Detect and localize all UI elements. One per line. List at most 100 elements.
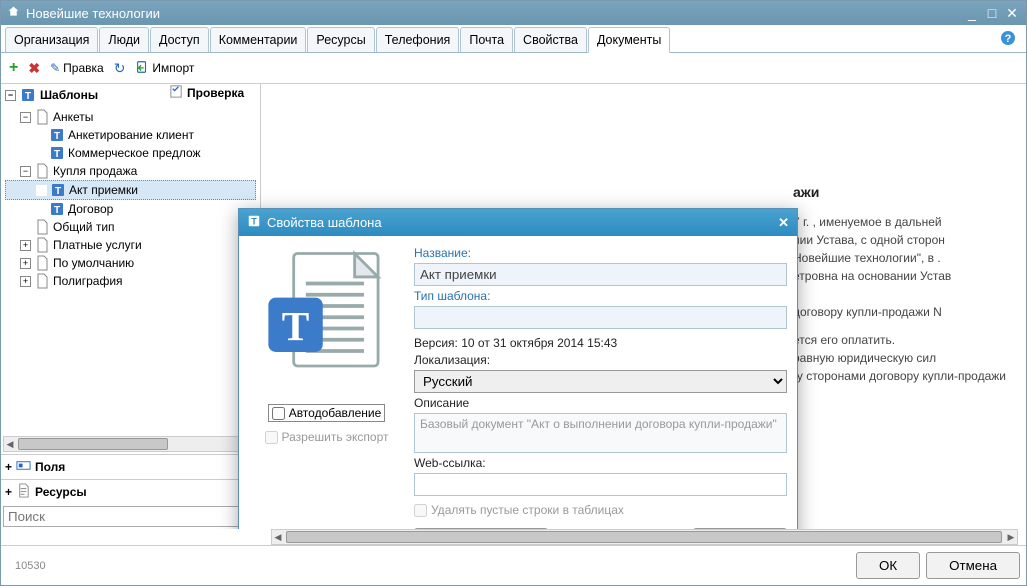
svg-text:T: T	[282, 303, 310, 349]
status-text: 10530	[7, 558, 54, 574]
type-label: Тип шаблона:	[414, 289, 787, 303]
tree-node-survey-client[interactable]: T Анкетирование клиент	[5, 126, 256, 144]
scroll-left-icon[interactable]: ◀	[4, 437, 16, 451]
refresh-button[interactable]: ↻	[112, 58, 128, 79]
tree-node-commercial[interactable]: T Коммерческое предлож	[5, 144, 256, 162]
doc-icon	[34, 163, 50, 179]
svg-text:?: ?	[1005, 33, 1012, 45]
scroll-thumb[interactable]	[18, 438, 168, 450]
check-button[interactable]: Проверка	[169, 84, 244, 102]
autoadd-checkbox[interactable]: Автодобавление	[268, 404, 386, 422]
svg-text:T: T	[54, 149, 60, 160]
sidebar-hscroll[interactable]: ◀ ▶	[3, 436, 258, 452]
scroll-thumb[interactable]	[286, 531, 1002, 543]
svg-text:T: T	[25, 91, 31, 102]
edit-button[interactable]: ✎ Правка	[48, 59, 106, 77]
sidebar: − T Шаблоны Проверка −	[1, 84, 261, 529]
close-button[interactable]: ✖ Закрыть	[693, 528, 787, 529]
doc-heading: ажи	[793, 182, 1014, 203]
version-text: Версия: 10 от 31 октября 2014 15:43	[414, 336, 787, 350]
doc-icon	[34, 219, 50, 235]
locale-label: Локализация:	[414, 353, 787, 367]
maximize-button[interactable]: □	[984, 5, 1000, 22]
svg-text:T: T	[55, 186, 61, 197]
expand-icon[interactable]: +	[20, 276, 31, 287]
tab-telephony[interactable]: Телефония	[376, 27, 460, 52]
type-field[interactable]	[414, 306, 787, 329]
collapse-icon[interactable]: −	[20, 112, 31, 123]
expand-icon[interactable]: +	[5, 460, 12, 474]
add-button[interactable]: +	[7, 57, 20, 79]
toolbar: + ✖ ✎ Правка ↻ Импорт	[1, 53, 1026, 84]
tree-node-contract[interactable]: T Договор	[5, 200, 256, 218]
resources-icon	[16, 483, 31, 501]
svg-text:T: T	[54, 131, 60, 142]
collapse-icon[interactable]: −	[5, 90, 16, 101]
template-icon: T	[50, 182, 66, 198]
fields-header[interactable]: + Поля	[1, 454, 260, 479]
locale-select[interactable]: Русский	[414, 370, 787, 393]
delrows-checkbox: Удалять пустые строки в таблицах	[414, 503, 787, 517]
desc-field[interactable]: Базовый документ "Акт о выполнении догов…	[414, 413, 787, 453]
check-icon	[169, 84, 184, 102]
scroll-left-icon[interactable]: ◀	[272, 530, 284, 544]
resources-header[interactable]: + Ресурсы	[1, 479, 260, 504]
tab-resources[interactable]: Ресурсы	[307, 27, 374, 52]
tab-comments[interactable]: Комментарии	[210, 27, 307, 52]
tree-node-surveys[interactable]: − Анкеты	[5, 108, 256, 126]
tab-access[interactable]: Доступ	[150, 27, 209, 52]
desc-label: Описание	[414, 396, 787, 410]
tab-organization[interactable]: Организация	[5, 27, 98, 52]
expand-icon[interactable]: +	[20, 240, 31, 251]
allowexport-checkbox: Разрешить экспорт	[265, 430, 389, 444]
bottom-bar: 10530 ОК Отмена	[1, 545, 1026, 585]
template-icon: T	[49, 145, 65, 161]
template-icon: T	[20, 87, 36, 103]
doc-icon	[34, 237, 50, 253]
doc-icon	[34, 109, 50, 125]
import-icon	[135, 60, 149, 77]
template-large-icon: T	[259, 246, 394, 396]
titlebar: Новейшие технологии _ □ ✕	[1, 1, 1026, 25]
ok-button[interactable]: ОК	[856, 552, 920, 579]
name-field[interactable]	[414, 263, 787, 286]
tab-people[interactable]: Люди	[99, 27, 149, 52]
dialog-title: Свойства шаблона	[267, 215, 772, 230]
search-input[interactable]	[3, 506, 258, 527]
cancel-button[interactable]: Отмена	[926, 552, 1020, 579]
template-icon: T	[49, 127, 65, 143]
tab-documents[interactable]: Документы	[588, 27, 670, 53]
web-field[interactable]	[414, 473, 787, 496]
delete-button[interactable]: ✖	[26, 58, 42, 79]
pencil-icon: ✎	[50, 61, 60, 75]
tree-node-acceptance[interactable]: T Акт приемки	[5, 180, 256, 200]
edit-template-button[interactable]: ✎ Редактировать	[414, 528, 548, 529]
templates-label: Шаблоны	[40, 88, 98, 102]
tabbar: Организация Люди Доступ Комментарии Ресу…	[1, 25, 1026, 53]
window-title: Новейшие технологии	[26, 6, 958, 21]
svg-text:T: T	[251, 217, 257, 227]
content-hscroll[interactable]: ◀ ▶	[271, 529, 1018, 545]
close-dialog-button[interactable]: ✕	[778, 215, 789, 231]
doc-icon	[34, 273, 50, 289]
tree-node-sale[interactable]: − Купля продажа	[5, 162, 256, 180]
minimize-button[interactable]: _	[964, 5, 980, 22]
fields-label: Поля	[35, 460, 65, 474]
import-button[interactable]: Импорт	[133, 58, 196, 79]
tree-node-paid[interactable]: + Платные услуги	[5, 236, 256, 254]
template-icon: T	[247, 214, 261, 231]
tree-node-print[interactable]: + Полиграфия	[5, 272, 256, 290]
help-icon[interactable]: ?	[1000, 30, 1016, 49]
fields-icon	[16, 458, 31, 476]
close-window-button[interactable]: ✕	[1004, 5, 1020, 22]
template-icon: T	[49, 201, 65, 217]
expand-icon[interactable]: +	[20, 258, 31, 269]
tab-mail[interactable]: Почта	[460, 27, 513, 52]
scroll-right-icon[interactable]: ▶	[1005, 530, 1017, 544]
tab-properties[interactable]: Свойства	[514, 27, 587, 52]
expand-icon[interactable]: +	[5, 485, 12, 499]
tree-node-default[interactable]: + По умолчанию	[5, 254, 256, 272]
collapse-icon[interactable]: −	[20, 166, 31, 177]
resources-label: Ресурсы	[35, 485, 87, 499]
tree-node-common[interactable]: Общий тип	[5, 218, 256, 236]
